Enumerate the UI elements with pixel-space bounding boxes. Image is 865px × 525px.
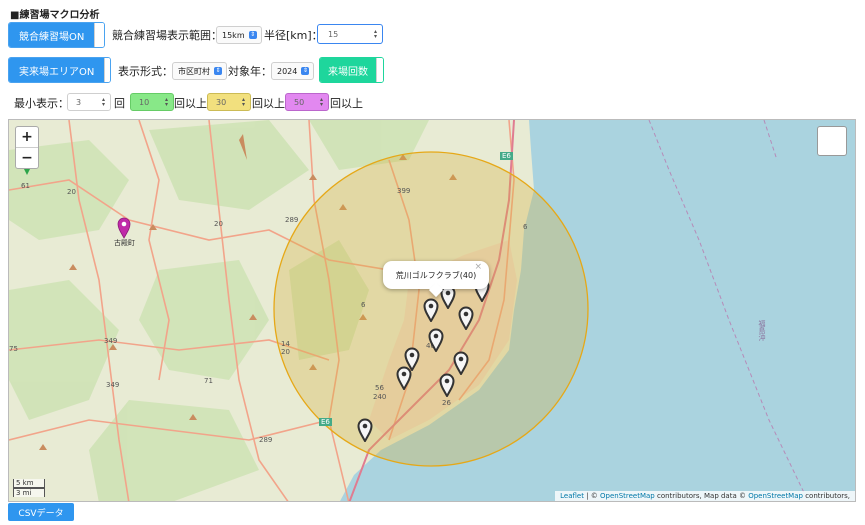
threshold2-input[interactable]: 30 ▴ ▾: [207, 93, 251, 111]
chevron-updown-icon: ⇕: [248, 31, 257, 39]
spinner-icon[interactable]: ▴ ▾: [165, 97, 168, 108]
road-label: 20: [67, 188, 76, 196]
competitor-range-select[interactable]: 15km ⇕: [216, 26, 262, 44]
road-label: 56: [375, 384, 384, 392]
chevron-updown-icon: ⇕: [214, 67, 222, 75]
radius-input[interactable]: 15 ▴ ▾: [317, 24, 383, 44]
visit-count-label: 来場回数: [320, 58, 376, 82]
road-label: 20: [214, 220, 223, 228]
zoom-out-button[interactable]: −: [16, 147, 38, 168]
road-label: 71: [204, 377, 213, 385]
unit-kai-ijo-1: 回以上: [174, 97, 207, 110]
osm-link[interactable]: OpenStreetMap: [600, 492, 655, 500]
toggle-knob: [376, 58, 383, 82]
spinner-icon[interactable]: ▴ ▾: [320, 97, 323, 108]
threshold1-value: 10: [139, 97, 150, 107]
competitor-toggle[interactable]: 競合練習場ON: [8, 22, 105, 48]
golf-marker-icon[interactable]: [428, 328, 444, 352]
town-label: 古殿町: [114, 239, 135, 247]
toggle-knob: [94, 23, 104, 47]
map-view[interactable]: E6 399 6 20 289 349 71 75 14 20 56 240 2…: [8, 119, 856, 502]
road-label: 289: [285, 216, 299, 224]
spinner-icon[interactable]: ▴ ▾: [242, 97, 245, 108]
golf-marker-icon[interactable]: [423, 298, 439, 322]
zoom-in-button[interactable]: +: [16, 127, 38, 147]
scale-km: 5 km: [13, 479, 45, 488]
layer-control-button[interactable]: [817, 126, 847, 156]
visit-count-toggle[interactable]: 来場回数: [319, 57, 384, 83]
visitor-area-toggle-label: 実来場エリアON: [9, 58, 105, 82]
osm-link[interactable]: OpenStreetMap: [748, 492, 803, 500]
golf-marker-icon[interactable]: [439, 373, 455, 397]
unit-kai: 回: [114, 97, 125, 110]
threshold3-input[interactable]: 50 ▴ ▾: [285, 93, 329, 111]
unit-kai-ijo-2: 回以上: [252, 97, 285, 110]
min-display-value: 3: [76, 97, 82, 107]
golf-marker-icon[interactable]: [357, 418, 373, 442]
road-label: 349: [106, 381, 120, 389]
target-year-select[interactable]: 2024 ⇕: [271, 62, 315, 80]
visitor-area-toggle[interactable]: 実来場エリアON: [8, 57, 111, 83]
road-label: 26: [442, 399, 451, 407]
display-format-label: 表示形式：: [118, 65, 173, 78]
zoom-control: + −: [15, 126, 39, 169]
close-icon[interactable]: ×: [474, 262, 482, 272]
popup-text: 荒川ゴルフクラブ(40): [395, 270, 477, 280]
road-label: 14: [281, 340, 290, 348]
competitor-toggle-label: 競合練習場ON: [9, 23, 95, 47]
target-year-value: 2024: [277, 66, 298, 76]
spinner-icon[interactable]: ▴ ▾: [102, 97, 105, 108]
competitor-range-value: 15km: [222, 30, 245, 40]
scale-bar: 5 km 3 mi: [13, 479, 45, 497]
golf-marker-icon[interactable]: [396, 366, 412, 390]
radius-value: 15: [328, 29, 339, 39]
road-label: 399: [397, 187, 411, 195]
attrib-mid: contributors, Map data ©: [654, 492, 749, 500]
road-label: 6: [361, 301, 366, 309]
min-display-input[interactable]: 3 ▴ ▾: [67, 93, 111, 111]
radius-label: 半径[km]：: [264, 29, 323, 42]
attrib-end: contributors,: [802, 492, 850, 500]
town-marker-icon[interactable]: [117, 217, 131, 239]
road-label: E6: [500, 152, 513, 160]
threshold2-value: 30: [216, 97, 227, 107]
page-title: ■練習場マクロ分析: [10, 10, 100, 21]
min-display-label: 最小表示：: [14, 97, 69, 110]
road-label: 289: [259, 436, 273, 444]
map-attribution: Leaflet | © OpenStreetMap contributors, …: [555, 491, 855, 501]
toggle-knob: [104, 58, 110, 82]
competitor-range-label: 競合練習場表示範囲：: [112, 29, 222, 42]
csv-data-button[interactable]: CSVデータ: [8, 503, 74, 521]
road-label: 240: [373, 393, 387, 401]
road-label: 75: [9, 345, 18, 353]
scale-mi: 3 mi: [13, 488, 45, 497]
unit-kai-ijo-3: 回以上: [330, 97, 363, 110]
golf-marker-icon[interactable]: [458, 306, 474, 330]
display-format-select[interactable]: 市区町村 ⇕: [172, 62, 227, 80]
road-label: 6: [523, 223, 528, 231]
threshold1-input[interactable]: 10 ▴ ▾: [130, 93, 174, 111]
attrib-sep: | ©: [583, 492, 600, 500]
marker-popup: 荒川ゴルフクラブ(40) ×: [383, 261, 489, 289]
spinner-icon[interactable]: ▴ ▾: [374, 29, 377, 40]
sea-label: 福島沖: [758, 320, 766, 341]
leaflet-link[interactable]: Leaflet: [560, 492, 584, 500]
road-label: 20: [281, 348, 290, 356]
display-format-value: 市区町村: [178, 66, 210, 76]
road-label: 61: [21, 182, 30, 190]
road-label: 349: [104, 337, 118, 345]
target-year-label: 対象年：: [228, 65, 272, 78]
road-label: E6: [319, 418, 332, 426]
chevron-updown-icon: ⇕: [301, 67, 310, 75]
golf-marker-icon[interactable]: [453, 351, 469, 375]
threshold3-value: 50: [294, 97, 305, 107]
